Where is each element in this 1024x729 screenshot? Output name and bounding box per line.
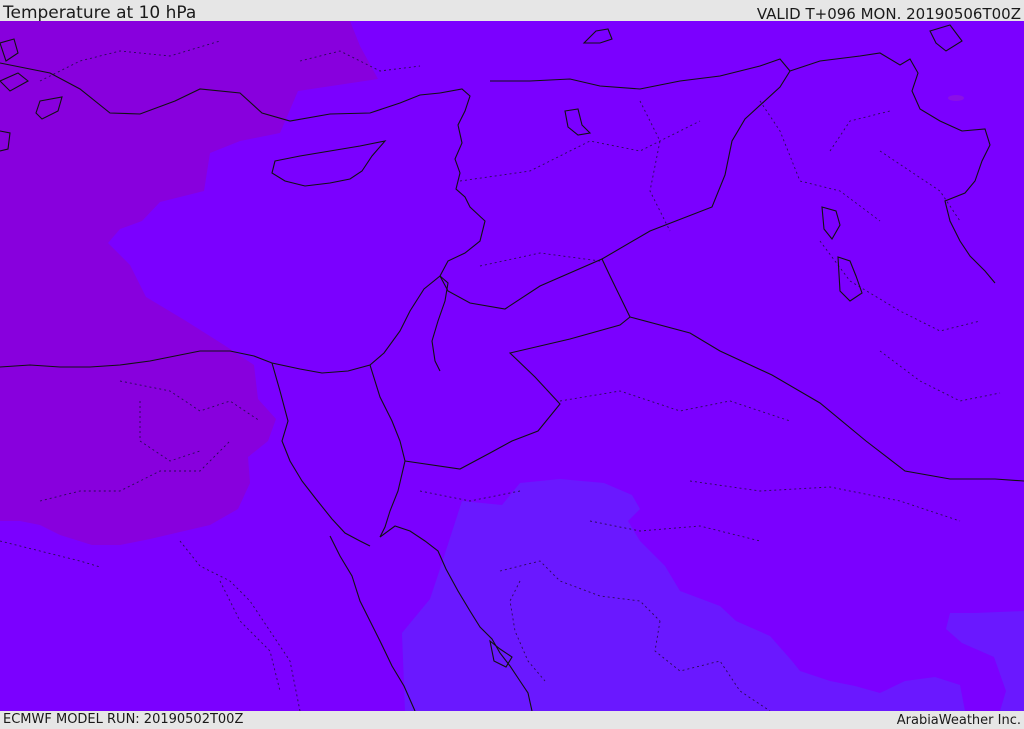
warm-spot-northeast (948, 95, 964, 101)
footer-bar: ECMWF MODEL RUN: 20190502T00Z ArabiaWeat… (0, 711, 1024, 729)
header-bar: Temperature at 10 hPa VALID T+096 MON. 2… (0, 0, 1024, 23)
model-run-label: ECMWF MODEL RUN: 20190502T00Z (3, 712, 244, 727)
map-title: Temperature at 10 hPa (3, 3, 197, 23)
map-page: Temperature at 10 hPa VALID T+096 MON. 2… (0, 0, 1024, 729)
provider-label: ArabiaWeather Inc. (896, 713, 1021, 728)
temperature-map (0, 21, 1024, 711)
map-canvas[interactable] (0, 21, 1024, 711)
